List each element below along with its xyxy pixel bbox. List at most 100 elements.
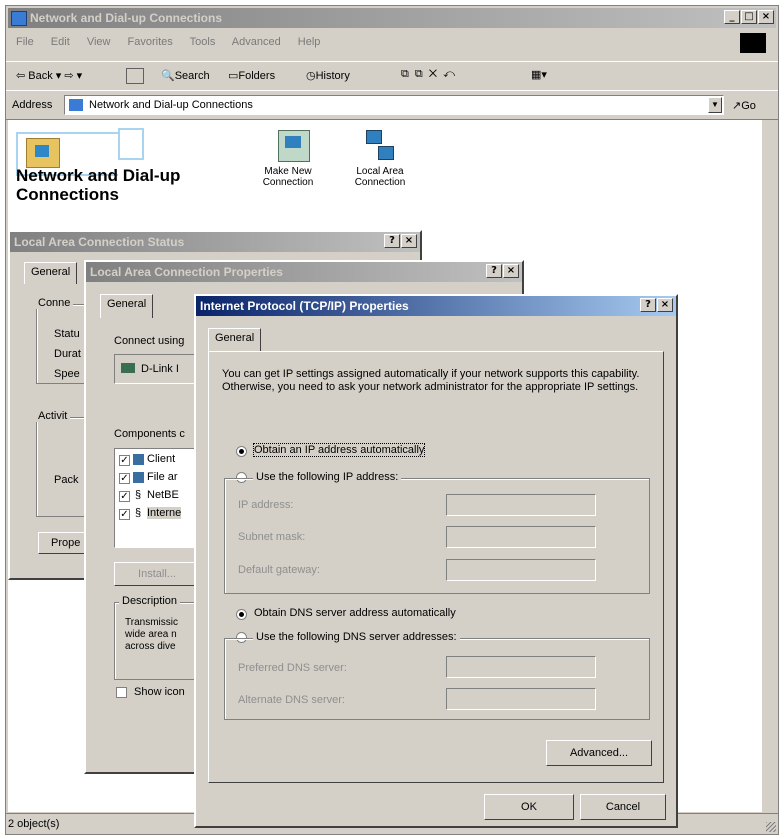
obtain-ip-label[interactable]: Obtain an IP address automatically	[252, 443, 426, 457]
component-file-sharing[interactable]: File ar	[147, 471, 178, 483]
explorer-title: Network and Dial-up Connections	[30, 11, 223, 25]
menu-file[interactable]: File	[16, 36, 34, 48]
cancel-button[interactable]: Cancel	[580, 794, 666, 820]
description-label: Description	[119, 595, 181, 607]
network-card-icon	[121, 363, 135, 373]
use-ip-label[interactable]: Use the following IP address:	[253, 471, 402, 483]
alternate-dns-field[interactable]	[446, 688, 596, 710]
menu-bar: File Edit View Favorites Tools Advanced …	[16, 36, 334, 52]
status-text: 2 object(s)	[8, 818, 60, 830]
make-new-connection-label[interactable]: Make New Connection	[248, 166, 328, 188]
client-icon	[133, 454, 144, 465]
component-tcpip[interactable]: Interne	[147, 507, 182, 519]
status-dialog-titlebar: Local Area Connection Status ? ×	[10, 232, 420, 252]
install-button[interactable]: Install...	[114, 562, 200, 586]
description-line: across dive	[125, 641, 176, 652]
alternate-dns-label: Alternate DNS server:	[238, 694, 345, 706]
close-button[interactable]: ×	[503, 264, 519, 278]
subnet-mask-field[interactable]	[446, 526, 596, 548]
network-folder-icon	[69, 99, 83, 111]
ok-button[interactable]: OK	[484, 794, 574, 820]
tcpip-dialog: Internet Protocol (TCP/IP) Properties ? …	[194, 294, 678, 828]
menu-help[interactable]: Help	[298, 36, 321, 48]
network-folder-icon	[11, 11, 27, 26]
advanced-button[interactable]: Advanced...	[546, 740, 652, 766]
tab-general[interactable]: General	[100, 294, 154, 318]
ip-address-field[interactable]	[446, 494, 596, 516]
close-button[interactable]: ×	[401, 234, 417, 248]
search-button[interactable]: 🔍Search	[161, 69, 210, 82]
banner-graphic-box	[118, 128, 144, 160]
close-button[interactable]: ×	[657, 298, 673, 312]
connect-using-label: Connect using	[114, 335, 185, 347]
tcpip-checkbox[interactable]: ✓	[119, 509, 130, 520]
help-button[interactable]: ?	[486, 264, 502, 278]
tab-general[interactable]: General	[24, 262, 78, 284]
default-gateway-field[interactable]	[446, 559, 596, 581]
status-label: Statu	[54, 328, 80, 340]
address-input[interactable]: Network and Dial-up Connections	[64, 95, 724, 115]
components-list[interactable]: ✓ Client ✓ File ar ✓ § NetBE ✓ § Interne	[114, 448, 200, 548]
local-area-connection-label[interactable]: Local Area Connection	[340, 166, 420, 188]
description-line: Transmissic	[125, 617, 178, 628]
adapter-name: D-Link I	[141, 363, 179, 375]
obtain-dns-label[interactable]: Obtain DNS server address automatically	[254, 607, 456, 619]
network-folder-icon	[26, 138, 60, 168]
help-button[interactable]: ?	[640, 298, 656, 312]
help-button[interactable]: ?	[384, 234, 400, 248]
address-dropdown-button[interactable]: ▼	[708, 97, 722, 113]
show-icon-label[interactable]: Show icon	[134, 686, 185, 698]
description-group: Description Transmissic wide area n acro…	[114, 595, 204, 680]
address-label: Address	[12, 99, 53, 111]
minimize-button[interactable]: _	[724, 10, 740, 24]
component-netbeui[interactable]: NetBE	[147, 489, 179, 501]
address-value: Network and Dial-up Connections	[89, 99, 253, 111]
netbeui-checkbox[interactable]: ✓	[119, 491, 130, 502]
local-area-connection-icon[interactable]	[366, 130, 396, 162]
menu-tools[interactable]: Tools	[190, 36, 216, 48]
edit-tools-icons[interactable]: ⧉⧉✕↶	[401, 68, 461, 81]
protocol-icon: §	[135, 489, 142, 501]
use-dns-label[interactable]: Use the following DNS server addresses:	[253, 631, 460, 643]
make-new-connection-icon[interactable]	[278, 130, 310, 162]
menu-advanced[interactable]: Advanced	[232, 36, 281, 48]
obtain-ip-radio[interactable]	[236, 446, 247, 457]
tcpip-dialog-title: Internet Protocol (TCP/IP) Properties	[200, 299, 409, 313]
show-icon-checkbox[interactable]	[116, 687, 127, 698]
intro-text: You can get IP settings assigned automat…	[222, 368, 640, 393]
views-icon[interactable]: ▦▾	[531, 68, 547, 81]
toolbar: ⇦ Back ▾ ⇨ ▾ 🔍Search ▭Folders ◷History ⧉…	[6, 61, 778, 91]
menu-view[interactable]: View	[87, 36, 111, 48]
protocol-icon: §	[135, 507, 142, 519]
close-button[interactable]: ×	[758, 10, 774, 24]
subnet-mask-label: Subnet mask:	[238, 531, 306, 543]
speed-label: Spee	[54, 368, 80, 380]
back-button[interactable]: ⇦ Back ▾ ⇨ ▾	[16, 69, 82, 82]
duration-label: Durat	[54, 348, 81, 360]
folders-button[interactable]: ▭Folders	[228, 69, 275, 82]
history-button[interactable]: ◷History	[306, 69, 350, 82]
obtain-dns-radio[interactable]	[236, 609, 247, 620]
preferred-dns-field[interactable]	[446, 656, 596, 678]
ip-address-label: IP address:	[238, 499, 294, 511]
file-sharing-checkbox[interactable]: ✓	[119, 473, 130, 484]
maximize-button[interactable]: □	[741, 10, 757, 24]
properties-dialog-titlebar: Local Area Connection Properties ? ×	[86, 262, 522, 282]
preferred-dns-label: Preferred DNS server:	[238, 662, 347, 674]
explorer-titlebar: Network and Dial-up Connections _ □ ×	[8, 8, 776, 28]
resize-grip[interactable]	[766, 822, 776, 832]
windows-logo	[740, 33, 766, 53]
file-sharing-icon	[133, 472, 144, 483]
component-client[interactable]: Client	[147, 453, 175, 465]
client-checkbox[interactable]: ✓	[119, 455, 130, 466]
status-dialog-title: Local Area Connection Status	[14, 235, 185, 249]
go-button[interactable]: ↗Go	[732, 99, 756, 112]
up-folder-icon[interactable]	[126, 68, 144, 84]
activity-label: Activit	[35, 410, 71, 422]
menu-favorites[interactable]: Favorites	[128, 36, 173, 48]
components-label: Components c	[114, 428, 185, 440]
tab-general[interactable]: General	[208, 328, 262, 352]
default-gateway-label: Default gateway:	[238, 564, 320, 576]
packets-label: Pack	[54, 474, 79, 486]
menu-edit[interactable]: Edit	[51, 36, 70, 48]
